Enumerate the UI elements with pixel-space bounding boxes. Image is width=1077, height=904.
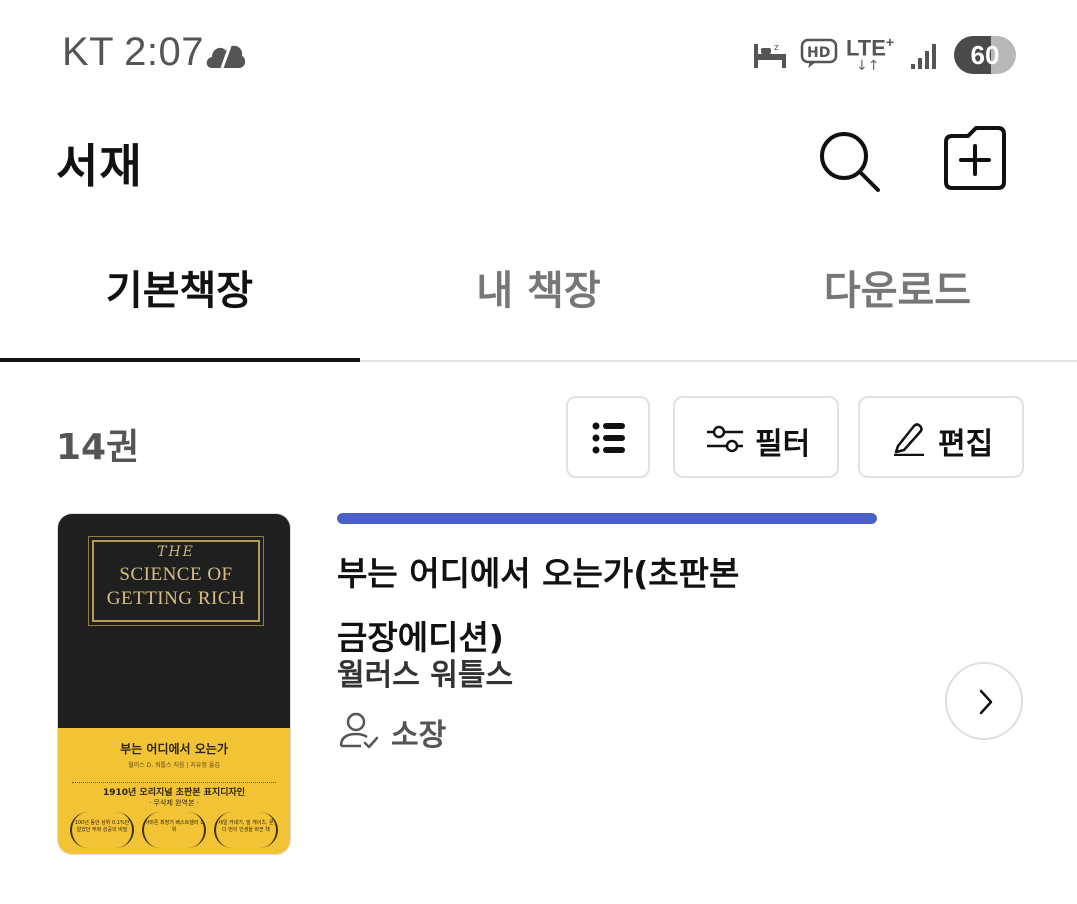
tab-my-shelf[interactable]: 내 책장: [359, 236, 718, 356]
add-folder-button[interactable]: [936, 124, 1012, 200]
cover-laurel: 아마존 최장기 베스트셀러 1위: [142, 812, 206, 848]
hd-voice-icon: HD: [800, 38, 838, 74]
network-label: LTE: [846, 35, 886, 61]
svg-text:z: z: [774, 43, 779, 53]
ownership-label: 소장: [391, 718, 447, 753]
status-carrier-time: KT 2:07: [62, 30, 204, 75]
svg-text:HD: HD: [807, 45, 830, 61]
filter-button[interactable]: 필터: [673, 396, 839, 478]
edit-label: 편집: [938, 427, 994, 462]
cover-laurel: 세일 카네기, 빌 게이츠, 론다 번이 인생을 바꾼 책: [214, 812, 278, 848]
cover-korean-author: 월러스 D. 워틀스 지음 | 지유정 옮김: [128, 762, 220, 769]
view-toggle-button[interactable]: [566, 396, 650, 478]
tab-downloads[interactable]: 다운로드: [718, 236, 1077, 356]
book-cover[interactable]: THE SCIENCE OF GETTING RICH 부는 어디에서 오는가 …: [58, 514, 290, 854]
cover-subline: · 무삭제 완역본 ·: [149, 799, 199, 807]
tab-default-shelf[interactable]: 기본책장: [0, 236, 359, 356]
page-title: 서재: [56, 139, 143, 193]
shelf-tabs: 기본책장 내 책장 다운로드: [0, 236, 1077, 362]
clock-time: 2:07: [124, 30, 204, 74]
battery-icon: 60: [954, 36, 1016, 74]
carrier-label: KT: [62, 30, 115, 74]
reading-progress-bar: [337, 513, 877, 524]
cover-korean-title: 부는 어디에서 오는가: [120, 742, 228, 756]
filter-label: 필터: [755, 427, 811, 462]
cloud-icon: [204, 38, 246, 76]
book-detail-button[interactable]: [945, 662, 1023, 740]
reading-progress-fill: [337, 513, 877, 524]
cover-bottom-panel: 부는 어디에서 오는가 월러스 D. 워틀스 지음 | 지유정 옮김 1910년…: [58, 728, 290, 854]
owned-person-check-icon: [339, 712, 381, 754]
filter-sliders-icon: [705, 424, 745, 458]
cover-laurel: 100년 동안 상위 0.1%만 알았던 부와 성공의 비밀: [70, 812, 134, 848]
book-count: 14권: [56, 427, 140, 468]
book-author: 월러스 워틀스: [337, 658, 514, 693]
sleep-mode-icon: z: [752, 40, 788, 74]
edit-pencil-icon: [892, 420, 926, 460]
data-activity-icon: ↓↑: [856, 58, 880, 74]
cover-title-line1: SCIENCE OF: [119, 564, 233, 585]
battery-level: 60: [970, 40, 1000, 70]
search-icon: [820, 132, 880, 192]
network-plus: +: [885, 34, 895, 50]
add-folder-icon: [944, 126, 1006, 190]
list-view-icon: [590, 418, 630, 462]
edit-button[interactable]: 편집: [858, 396, 1024, 478]
cover-tagline: 1910년 오리지널 초판본 표지디자인: [72, 782, 276, 798]
chevron-right-icon: [979, 689, 993, 715]
cover-title-frame: THE SCIENCE OF GETTING RICH: [88, 536, 264, 626]
status-bar: KT 2:07 z HD LTE+ ↓↑ 60: [0, 0, 1077, 110]
cover-top-panel: THE SCIENCE OF GETTING RICH: [58, 514, 290, 728]
cover-laurels: 100년 동안 상위 0.1%만 알았던 부와 성공의 비밀 아마존 최장기 베…: [70, 812, 278, 848]
tab-active-indicator: [0, 358, 360, 362]
signal-strength-icon: [910, 40, 940, 74]
search-button[interactable]: [812, 124, 888, 200]
cover-title-line2: GETTING RICH: [106, 588, 246, 609]
cover-the: THE: [157, 544, 195, 560]
book-list-item[interactable]: THE SCIENCE OF GETTING RICH 부는 어디에서 오는가 …: [0, 500, 1077, 870]
book-title-line1: 부는 어디에서 오는가(초판본: [337, 554, 740, 593]
